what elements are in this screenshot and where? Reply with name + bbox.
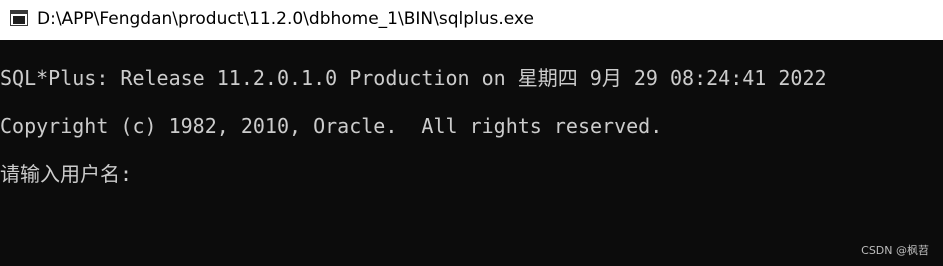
console-output[interactable]: SQL*Plus: Release 11.2.0.1.0 Production … <box>0 40 943 266</box>
title-bar[interactable]: D:\APP\Fengdan\product\11.2.0\dbhome_1\B… <box>0 0 943 40</box>
username-prompt[interactable]: 请输入用户名: <box>0 162 132 186</box>
sqlplus-window: D:\APP\Fengdan\product\11.2.0\dbhome_1\B… <box>0 0 943 266</box>
watermark: CSDN @枫苕 <box>861 244 929 257</box>
window-title: D:\APP\Fengdan\product\11.2.0\dbhome_1\B… <box>37 9 534 29</box>
console-line-copyright: Copyright (c) 1982, 2010, Oracle. All ri… <box>0 114 663 138</box>
console-window-icon <box>10 10 28 26</box>
console-line-release: SQL*Plus: Release 11.2.0.1.0 Production … <box>0 66 827 90</box>
